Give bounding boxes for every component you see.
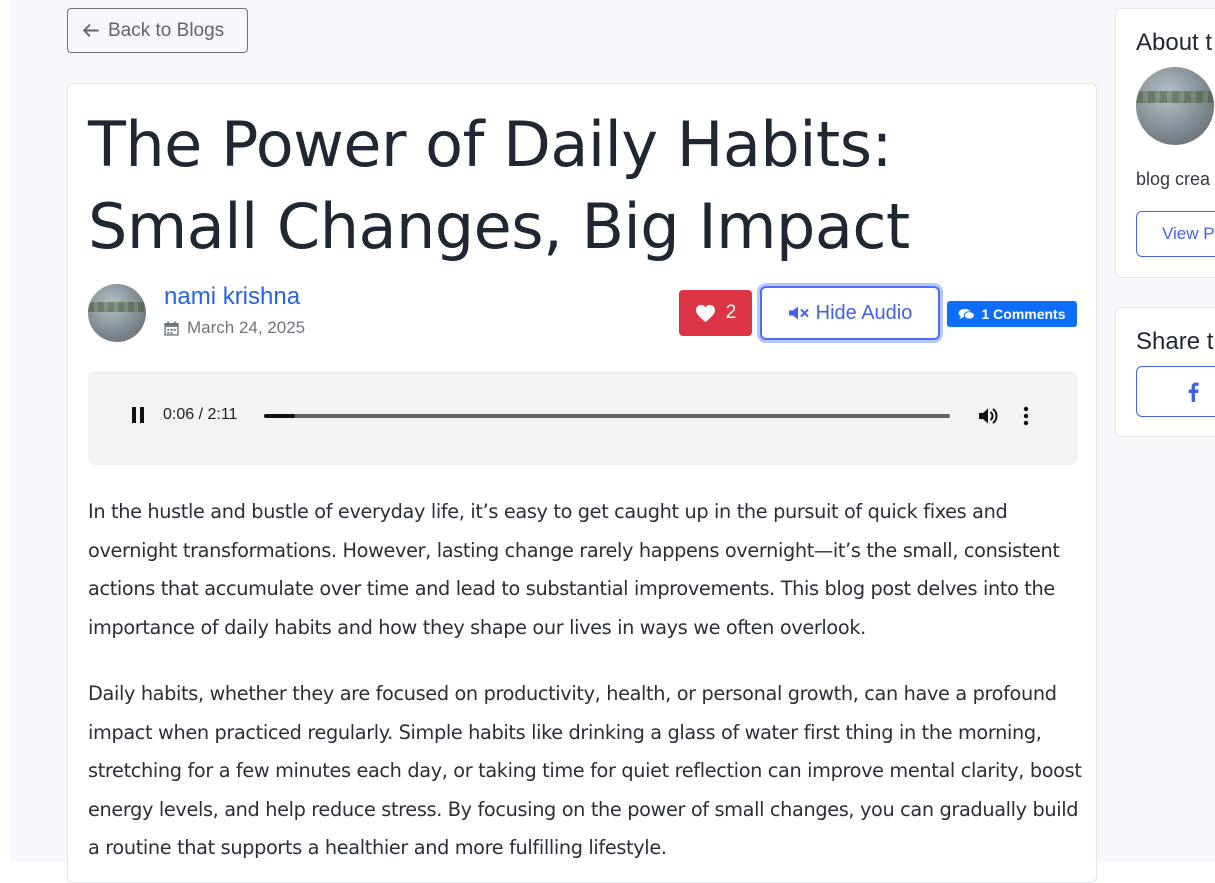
post-paragraph: In the hustle and bustle of everyday lif…	[88, 500, 1060, 639]
share-title: Share t	[1136, 328, 1214, 355]
page-background: Back to Blogs The Power of Daily Habits:…	[10, 0, 1215, 883]
calendar-icon	[164, 321, 179, 336]
hide-audio-button[interactable]: Hide Audio	[760, 286, 940, 340]
post-paragraph: Daily habits, whether they are focused o…	[88, 682, 1082, 859]
audio-seek-progress	[264, 414, 296, 418]
heart-icon	[695, 304, 715, 322]
about-author-card: About t blog crea View P	[1115, 8, 1215, 278]
comments-label: 1 Comments	[981, 306, 1066, 322]
back-button-label: Back to Blogs	[108, 19, 225, 41]
hide-audio-label: Hide Audio	[815, 301, 913, 324]
share-card: Share t	[1115, 307, 1215, 437]
view-profile-button[interactable]: View P	[1136, 211, 1215, 257]
author-bio: blog crea	[1136, 169, 1211, 189]
about-title: About t	[1136, 29, 1213, 56]
like-count: 2	[725, 302, 737, 323]
pause-icon[interactable]	[130, 407, 146, 425]
volume-mute-icon	[788, 306, 809, 320]
author-name-link[interactable]: nami krishna	[164, 283, 300, 311]
arrow-left-icon	[83, 24, 99, 37]
audio-seek-bar[interactable]	[264, 414, 950, 418]
post-date: March 24, 2025	[164, 318, 305, 338]
comments-icon	[959, 308, 976, 320]
post-date-text: March 24, 2025	[187, 318, 306, 337]
facebook-icon	[1188, 382, 1199, 402]
author-avatar[interactable]	[88, 284, 146, 342]
back-to-blogs-button[interactable]: Back to Blogs	[67, 8, 248, 53]
sidebar-author-avatar	[1136, 67, 1214, 145]
like-button[interactable]: 2	[679, 290, 752, 336]
volume-icon[interactable]	[978, 406, 1000, 426]
comments-button[interactable]: 1 Comments	[947, 301, 1077, 327]
audio-time: 0:06 / 2:11	[163, 406, 238, 423]
post-title: The Power of Daily Habits: Small Changes…	[88, 108, 910, 263]
facebook-share-button[interactable]	[1136, 366, 1215, 417]
blog-post-card: The Power of Daily Habits: Small Changes…	[67, 83, 1097, 883]
audio-player: 0:06 / 2:11	[88, 371, 1078, 465]
more-vertical-icon[interactable]	[1022, 405, 1030, 427]
